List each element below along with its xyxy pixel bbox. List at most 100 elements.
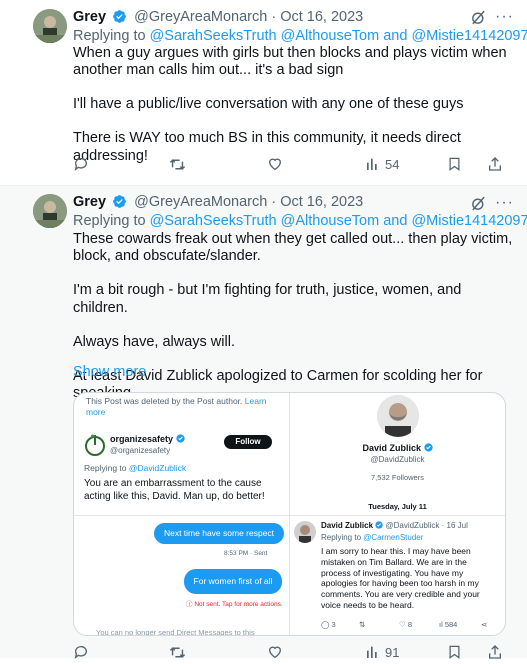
date-divider: Tuesday, July 11: [368, 502, 427, 511]
retweet-icon[interactable]: ⇅: [359, 620, 365, 629]
profile-avatar[interactable]: [377, 395, 419, 437]
dm-footer: You can no longer send Direct Messages t…: [96, 628, 255, 636]
mention[interactable]: @AlthouseTom: [281, 28, 380, 44]
more-options-icon[interactable]: ···: [495, 194, 514, 212]
deleted-notice: This Post was deleted by the Post author…: [86, 396, 281, 418]
replying-prefix: Replying to: [84, 463, 129, 473]
divider: [74, 515, 505, 516]
media-screenshot[interactable]: This Post was deleted by the Post author…: [73, 392, 506, 636]
tweet-paragraph: When a guy argues with girls but then bl…: [73, 45, 507, 79]
tweet-header: Grey @GreyAreaMonarch · Oct 16, 2023: [73, 9, 363, 28]
and-others[interactable]: and: [383, 28, 407, 44]
org-name[interactable]: organizesafety: [110, 434, 185, 444]
retweet-icon: [169, 159, 186, 170]
profile-name-text: David Zublick: [362, 443, 421, 453]
mention[interactable]: @CarmenStuder: [363, 533, 423, 542]
reply-line: mistaken on Tim Ballard. We are in the: [321, 556, 467, 567]
deleted-notice-text: This Post was deleted by the Post author…: [86, 396, 243, 406]
and-others[interactable]: and: [383, 213, 407, 229]
dm-error-text: Not sent. Tap for more actions.: [194, 601, 283, 608]
profile-handle[interactable]: @DavidZublick: [290, 455, 505, 464]
more-options-icon[interactable]: ···: [495, 8, 514, 26]
org-handle[interactable]: @organizesafety: [110, 446, 170, 455]
verified-badge-icon: [112, 9, 127, 28]
like-count-value: 8: [407, 620, 412, 629]
share-button[interactable]: [487, 156, 503, 172]
reply-name[interactable]: David Zublick: [321, 521, 373, 530]
mention[interactable]: @SarahSeeksTruth: [150, 28, 277, 44]
share-icon: [489, 157, 501, 171]
reply-avatar[interactable]: [294, 521, 316, 543]
mention[interactable]: @Mistie141420979: [411, 28, 527, 44]
bookmark-icon: [449, 645, 460, 659]
avatar[interactable]: [33, 9, 67, 43]
divider: [289, 393, 290, 635]
views-button[interactable]: 54: [365, 156, 399, 172]
avatar[interactable]: [33, 194, 67, 228]
mention[interactable]: @SarahSeeksTruth: [150, 213, 277, 229]
separator: ·: [271, 9, 277, 25]
follow-button[interactable]: Follow: [224, 435, 272, 449]
mention[interactable]: @AlthouseTom: [281, 213, 380, 229]
organizesafety-logo-icon: [84, 431, 106, 462]
author-name[interactable]: Grey: [73, 9, 106, 25]
analytics-icon: [367, 158, 377, 170]
dm-error: ⓘ Not sent. Tap for more actions.: [186, 598, 283, 608]
replying-to: Replying to @DavidZublick: [84, 463, 186, 473]
retweet-button[interactable]: [169, 156, 186, 173]
reply-line: voice needs to be heard.: [321, 599, 415, 610]
author-name[interactable]: Grey: [73, 194, 106, 210]
tweet-2[interactable]: Grey @GreyAreaMonarch · Oct 16, 2023 ···…: [0, 185, 527, 661]
view-count[interactable]: ıl 584: [439, 620, 457, 629]
verified-badge-icon: [175, 434, 185, 443]
retweet-button[interactable]: [169, 644, 186, 661]
view-count-value: 584: [444, 620, 458, 629]
views-count: 54: [385, 156, 400, 172]
reply-handle[interactable]: @DavidZublick: [385, 521, 439, 530]
reply-replying-to: Replying to @CarmenStuder: [321, 533, 423, 542]
like-button[interactable]: [267, 156, 283, 172]
org-reply-text: You are an embarrassment to the cause ac…: [84, 478, 265, 502]
analytics-icon: [367, 646, 377, 658]
like-button[interactable]: [267, 644, 283, 660]
reply-line: I am sorry to hear this. I may have been: [321, 546, 471, 556]
reply-count-value: 3: [331, 620, 336, 629]
reply-count[interactable]: ◯ 3: [321, 620, 336, 629]
like-count[interactable]: ♡ 8: [399, 620, 412, 629]
show-more-link[interactable]: Show more: [73, 364, 146, 380]
dm-bubble[interactable]: For women first of all: [184, 569, 282, 594]
reply-date: 16 Jul: [446, 521, 468, 530]
tweet-paragraph: I'll have a public/live conversation wit…: [73, 96, 464, 113]
timestamp[interactable]: Oct 16, 2023: [280, 9, 363, 25]
reply-header: David Zublick @DavidZublick · 16 Jul: [321, 521, 468, 530]
reply-button[interactable]: [73, 156, 89, 172]
separator: ·: [441, 521, 445, 530]
mention[interactable]: @DavidZublick: [129, 463, 186, 473]
tweet-1[interactable]: Grey @GreyAreaMonarch · Oct 16, 2023 ···…: [0, 0, 527, 185]
replying-prefix: Replying to: [321, 533, 364, 542]
profile-name[interactable]: David Zublick: [290, 443, 505, 453]
replying-prefix: Replying to: [73, 213, 150, 229]
reply-button[interactable]: [73, 644, 89, 660]
reply-text: I am sorry to hear this. I may have been…: [321, 546, 480, 611]
retweet-icon: [169, 647, 186, 658]
share-button[interactable]: [487, 644, 503, 660]
author-handle[interactable]: @GreyAreaMonarch: [134, 9, 267, 25]
tweet-paragraph: I'm a bit rough - but I'm fighting for t…: [73, 282, 462, 316]
share-icon[interactable]: ⋖: [481, 620, 487, 629]
timestamp[interactable]: Oct 16, 2023: [280, 194, 363, 210]
heart-icon: [268, 158, 282, 171]
dm-bubble[interactable]: Next time have some respect: [154, 523, 284, 544]
views-button[interactable]: 91: [365, 644, 399, 660]
heart-icon: [268, 646, 282, 659]
replying-prefix: Replying to: [73, 28, 150, 44]
verified-badge-icon: [423, 443, 433, 452]
reply-action-bar: ◯ 3 ⇅ ♡ 8 ıl 584 ⋖: [321, 620, 496, 632]
tweet-header: Grey @GreyAreaMonarch · Oct 16, 2023: [73, 194, 363, 213]
author-handle[interactable]: @GreyAreaMonarch: [134, 194, 267, 210]
mention[interactable]: @Mistie141420979: [411, 213, 527, 229]
bookmark-button[interactable]: [447, 156, 462, 172]
tweet-paragraph: Always have, always will.: [73, 333, 235, 350]
bookmark-button[interactable]: [447, 644, 462, 660]
share-icon: [489, 645, 501, 659]
